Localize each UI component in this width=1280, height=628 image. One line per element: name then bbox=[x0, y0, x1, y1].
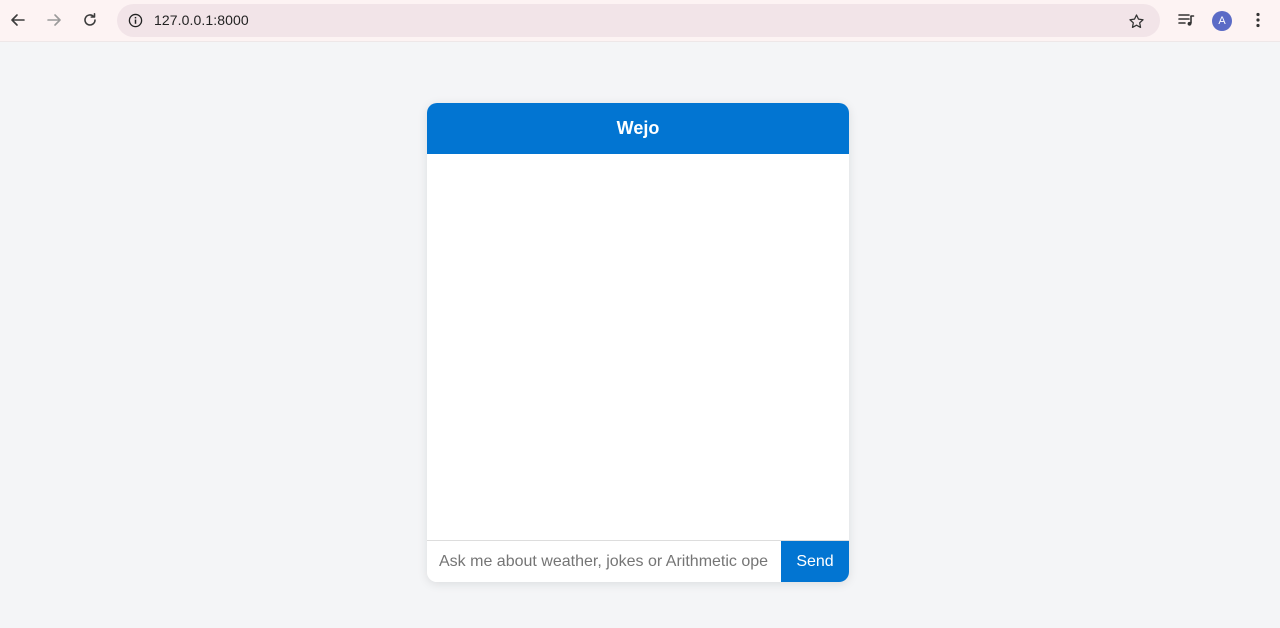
chat-title: Wejo bbox=[616, 118, 660, 138]
reload-icon[interactable] bbox=[78, 8, 102, 32]
chat-input[interactable] bbox=[427, 541, 781, 582]
more-vertical-icon[interactable] bbox=[1247, 9, 1269, 31]
chat-window: Wejo Send bbox=[427, 103, 849, 582]
profile-avatar[interactable]: A bbox=[1212, 11, 1232, 31]
back-icon[interactable] bbox=[6, 8, 30, 32]
bookmark-star-icon[interactable] bbox=[1126, 11, 1146, 31]
chat-messages-area[interactable] bbox=[427, 154, 849, 541]
site-info-icon[interactable] bbox=[125, 10, 146, 31]
url-text: 127.0.0.1:8000 bbox=[154, 12, 249, 28]
chat-header: Wejo bbox=[427, 103, 849, 154]
browser-toolbar: 127.0.0.1:8000 A bbox=[0, 0, 1280, 42]
media-playlist-icon[interactable] bbox=[1175, 9, 1197, 31]
chat-input-row: Send bbox=[427, 541, 849, 582]
send-button[interactable]: Send bbox=[781, 541, 849, 582]
forward-icon[interactable] bbox=[42, 8, 66, 32]
address-bar[interactable]: 127.0.0.1:8000 bbox=[117, 4, 1160, 37]
profile-initial: A bbox=[1218, 15, 1226, 27]
